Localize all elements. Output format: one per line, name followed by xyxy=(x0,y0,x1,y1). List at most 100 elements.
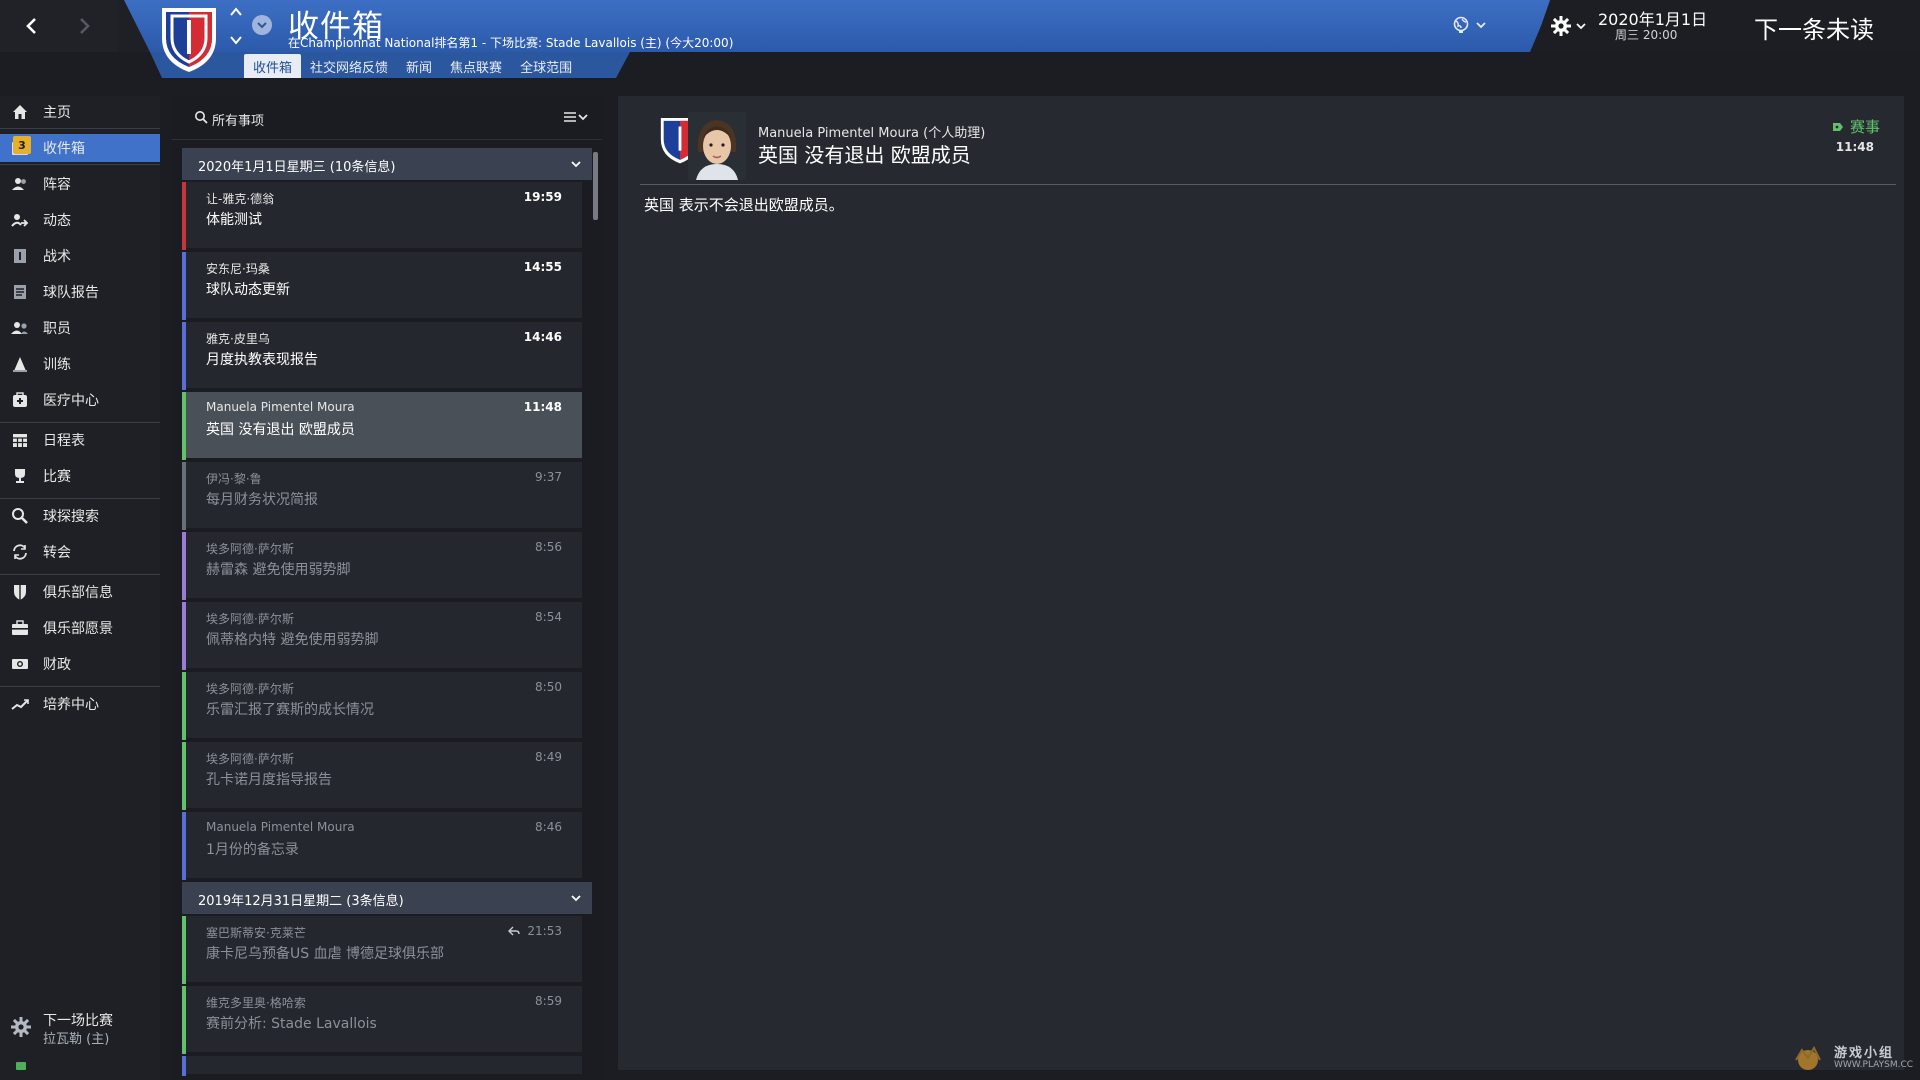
sidebar-item-club-vision[interactable]: 俱乐部愿景 xyxy=(0,614,160,642)
message-time: 9:37 xyxy=(535,470,562,484)
list-item[interactable]: 伊冯·黎·鲁 每月财务状况简报 9:37 xyxy=(182,462,582,530)
sidebar-item-transfers[interactable]: 转会 xyxy=(0,538,160,566)
list-item[interactable]: 埃多阿德·萨尔斯 乐雷汇报了赛斯的成长情况 8:50 xyxy=(182,672,582,740)
message-subject: 英国 没有退出 欧盟成员 xyxy=(206,422,355,438)
list-item[interactable]: 埃多阿德·萨尔斯 赫雷森 避免使用弱势脚 8:56 xyxy=(182,532,582,600)
sidebar-item-schedule[interactable]: 日程表 xyxy=(0,426,160,454)
list-item[interactable]: Manuela Pimentel Moura 1月份的备忘录 8:46 xyxy=(182,812,582,880)
history-nav xyxy=(0,0,118,52)
message-sender: 雅克·皮里乌 xyxy=(206,332,270,346)
calendar-icon xyxy=(10,430,30,450)
sidebar-item-medical[interactable]: 医疗中心 xyxy=(0,386,160,414)
dynamics-icon xyxy=(10,210,30,230)
sidebar-item-competitions[interactable]: 比赛 xyxy=(0,462,160,490)
message-subject: 孔卡诺月度指导报告 xyxy=(206,772,332,788)
list-item[interactable]: 塞巴斯蒂安·克莱芒 康卡尼乌预备US 血虐 博德足球俱乐部 21:53 xyxy=(182,916,582,984)
sidebar-item-label: 球探搜索 xyxy=(43,509,99,525)
sidebar-item-training[interactable]: 训练 xyxy=(0,350,160,378)
chevron-up-icon[interactable] xyxy=(229,6,243,18)
watermark-url: WWW.PLAYSM.CC xyxy=(1834,1060,1914,1070)
category-color-bar xyxy=(182,602,186,670)
tab-social-feedback[interactable]: 社交网络反馈 xyxy=(301,54,397,78)
list-options-button[interactable] xyxy=(564,108,592,126)
current-time: 周三 20:00 xyxy=(1615,28,1678,42)
category-color-bar xyxy=(182,322,186,390)
sidebar-item-team-report[interactable]: 球队报告 xyxy=(0,278,160,306)
sidebar-item-label: 日程表 xyxy=(43,433,85,449)
message-sender: Manuela Pimentel Moura xyxy=(206,400,355,414)
filter-label[interactable]: 所有事项 xyxy=(212,110,264,129)
list-item[interactable]: 埃多阿德·萨尔斯 孔卡诺月度指导报告 8:49 xyxy=(182,742,582,810)
list-item[interactable]: 埃多阿德·萨尔斯 佩蒂格内特 避免使用弱势脚 8:54 xyxy=(182,602,582,670)
tab-inbox[interactable]: 收件箱 xyxy=(244,54,302,78)
list-item-partial[interactable] xyxy=(182,1056,582,1076)
detail-time: 11:48 xyxy=(1835,140,1874,154)
message-subject: 佩蒂格内特 避免使用弱势脚 xyxy=(206,632,379,648)
club-crest-icon[interactable] xyxy=(158,4,220,74)
sidebar-item-club-info[interactable]: 俱乐部信息 xyxy=(0,578,160,606)
next-unread-button[interactable]: 下一条未读 xyxy=(1754,10,1874,45)
status-indicator xyxy=(16,1062,26,1070)
globe-icon xyxy=(1453,16,1469,33)
list-item[interactable]: 维克多里奥·格哈索 赛前分析: Stade Lavallois 8:59 xyxy=(182,986,582,1054)
chevron-down-icon xyxy=(1476,22,1486,29)
message-subject: 赫雷森 避免使用弱势脚 xyxy=(206,562,351,578)
message-time: 11:48 xyxy=(523,400,562,414)
sidebar-item-staff[interactable]: 职员 xyxy=(0,314,160,342)
sidebar-item-label: 职员 xyxy=(43,321,71,337)
sidebar-item-finances[interactable]: 财政 xyxy=(0,650,160,678)
tab-focus-league[interactable]: 焦点联赛 xyxy=(441,54,511,78)
sender-portrait xyxy=(688,112,746,180)
filter-row: 所有事项 xyxy=(172,96,602,140)
sidebar-item-scouting[interactable]: 球探搜索 xyxy=(0,502,160,530)
message-sender: 埃多阿德·萨尔斯 xyxy=(206,752,294,766)
sidebar-item-home[interactable]: 主页 xyxy=(0,98,160,126)
title-dropdown-button[interactable] xyxy=(252,15,272,35)
sidebar-item-development[interactable]: 培养中心 xyxy=(0,690,160,718)
list-item[interactable]: 雅克·皮里乌 月度执教表现报告 14:46 xyxy=(182,322,582,390)
category-tag[interactable]: 赛事 xyxy=(1832,116,1880,137)
message-time: 19:59 xyxy=(523,190,562,204)
tag-icon xyxy=(1832,122,1843,131)
tab-news[interactable]: 新闻 xyxy=(397,54,441,78)
sidebar-item-squad[interactable]: 阵容 xyxy=(0,170,160,198)
home-icon xyxy=(10,102,30,122)
message-subject: 康卡尼乌预备US 血虐 博德足球俱乐部 xyxy=(206,946,445,962)
sidebar-item-dynamics[interactable]: 动态 xyxy=(0,206,160,234)
category-color-bar xyxy=(182,812,186,880)
message-sender: 埃多阿德·萨尔斯 xyxy=(206,612,294,626)
message-sender: 安东尼·玛桑 xyxy=(206,262,270,276)
category-color-bar xyxy=(182,252,186,320)
list-scrollbar[interactable] xyxy=(593,152,598,220)
finance-icon xyxy=(10,654,30,674)
sidebar-item-label: 阵容 xyxy=(43,177,71,193)
sidebar-item-tactics[interactable]: 战术 xyxy=(0,242,160,270)
gear-icon xyxy=(1551,16,1571,36)
category-color-bar xyxy=(182,1056,186,1076)
category-color-bar xyxy=(182,916,186,984)
sidebar-item-label: 财政 xyxy=(43,657,71,673)
tab-global[interactable]: 全球范围 xyxy=(511,54,581,78)
list-item[interactable]: 让-雅克·德翁 体能测试 19:59 xyxy=(182,182,582,250)
settings-button[interactable] xyxy=(1550,12,1592,40)
sidebar-divider xyxy=(0,686,160,687)
date-group-header[interactable]: 2020年1月1日星期三 (10条信息) xyxy=(182,148,592,180)
development-icon xyxy=(10,694,30,714)
report-icon xyxy=(10,282,30,302)
sidebar: 主页 3 收件箱 阵容 动态 战术 球队报告 职员 训练 医疗中心 日程表 比赛… xyxy=(0,96,160,1080)
prev-next-arrows xyxy=(228,6,244,46)
category-color-bar xyxy=(182,182,186,250)
back-button[interactable] xyxy=(14,8,50,44)
chevron-down-icon[interactable] xyxy=(229,34,243,46)
list-item[interactable]: 安东尼·玛桑 球队动态更新 14:55 xyxy=(182,252,582,320)
club-shield-icon xyxy=(10,582,30,602)
date-group-header[interactable]: 2019年12月31日星期二 (3条信息) xyxy=(182,882,592,914)
message-subject: 体能测试 xyxy=(206,212,262,228)
sidebar-item-label: 动态 xyxy=(43,213,71,229)
next-match-button[interactable]: 下一场比赛 拉瓦勒 (主) xyxy=(0,1008,160,1052)
forward-button[interactable] xyxy=(66,8,102,44)
sidebar-item-inbox[interactable]: 3 收件箱 xyxy=(0,134,160,162)
list-item-selected[interactable]: Manuela Pimentel Moura 英国 没有退出 欧盟成员 11:4… xyxy=(182,392,582,460)
world-button[interactable] xyxy=(1452,12,1496,38)
search-icon[interactable] xyxy=(194,110,208,124)
